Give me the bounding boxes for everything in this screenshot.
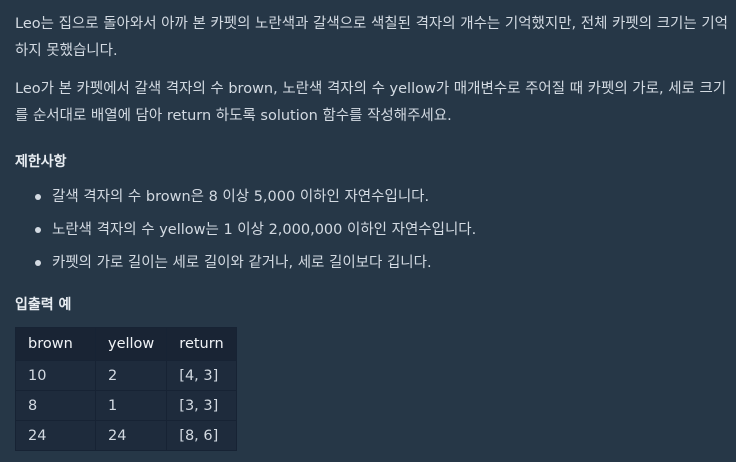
table-cell: 2 (94, 360, 168, 391)
constraint-item: 카펫의 가로 길이는 세로 길이와 같거나, 세로 길이보다 깁니다. (15, 248, 715, 281)
column-header-brown: brown (15, 327, 96, 361)
table-cell: 10 (15, 360, 96, 391)
table-cell: 24 (15, 420, 96, 451)
bullet-icon (35, 227, 41, 233)
examples-table: brown yellow return 10 2 [4, 3] 8 1 [3, … (15, 327, 237, 451)
bullet-icon (35, 260, 41, 266)
description-paragraph-1: Leo는 집으로 돌아와서 아까 본 카펫의 노란색과 갈색으로 색칠된 격자의… (15, 16, 728, 59)
table-cell: 24 (94, 420, 168, 451)
table-cell: 8 (15, 390, 96, 421)
examples-heading: 입출력 예 (15, 297, 72, 313)
table-cell: [3, 3] (166, 390, 237, 421)
column-header-return: return (166, 327, 237, 361)
table-cell: [4, 3] (166, 360, 237, 391)
table-row: 8 1 [3, 3] (15, 390, 237, 421)
constraint-item: 노란색 격자의 수 yellow는 1 이상 2,000,000 이하인 자연수… (15, 215, 715, 248)
column-header-yellow: yellow (94, 327, 168, 361)
table-cell: 1 (94, 390, 168, 421)
constraint-text: 노란색 격자의 수 yellow는 1 이상 2,000,000 이하인 자연수… (52, 222, 477, 238)
constraints-list: 갈색 격자의 수 brown은 8 이상 5,000 이하인 자연수입니다. 노… (15, 182, 715, 281)
table-header-row: brown yellow return (15, 327, 237, 361)
constraint-text: 카펫의 가로 길이는 세로 길이와 같거나, 세로 길이보다 깁니다. (52, 255, 432, 271)
table-row: 24 24 [8, 6] (15, 420, 237, 451)
description-paragraph-2: Leo가 본 카펫에서 갈색 격자의 수 brown, 노란색 격자의 수 ye… (15, 81, 727, 124)
constraint-text: 갈색 격자의 수 brown은 8 이상 5,000 이하인 자연수입니다. (52, 189, 430, 205)
constraints-heading: 제한사항 (15, 154, 67, 170)
table-cell: [8, 6] (166, 420, 237, 451)
constraint-item: 갈색 격자의 수 brown은 8 이상 5,000 이하인 자연수입니다. (15, 182, 715, 215)
bullet-icon (35, 194, 41, 200)
table-row: 10 2 [4, 3] (15, 360, 237, 391)
